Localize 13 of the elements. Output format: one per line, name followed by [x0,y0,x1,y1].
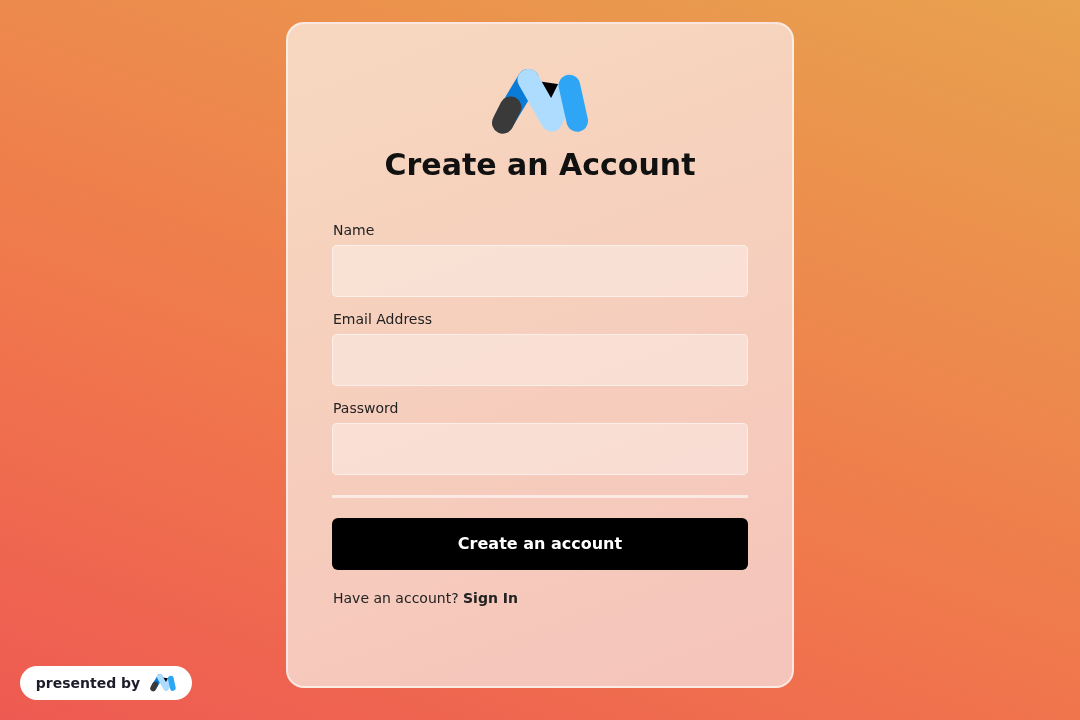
logo-icon [150,674,177,692]
sign-in-prompt: Have an account? Sign In [333,589,518,606]
field-label: Name [333,221,375,238]
input-field[interactable] [332,333,748,386]
form-title: Create an Account [384,146,696,182]
logo-icon [491,68,589,135]
create-account-button[interactable]: Create an account [332,517,748,570]
field-label: Password [333,399,399,416]
sign-in-link[interactable]: Sign In [463,589,518,606]
input-field[interactable] [332,422,748,475]
field-label: Email Address [333,310,433,327]
input-field[interactable] [332,244,748,297]
badge-text: presented by [35,675,141,691]
